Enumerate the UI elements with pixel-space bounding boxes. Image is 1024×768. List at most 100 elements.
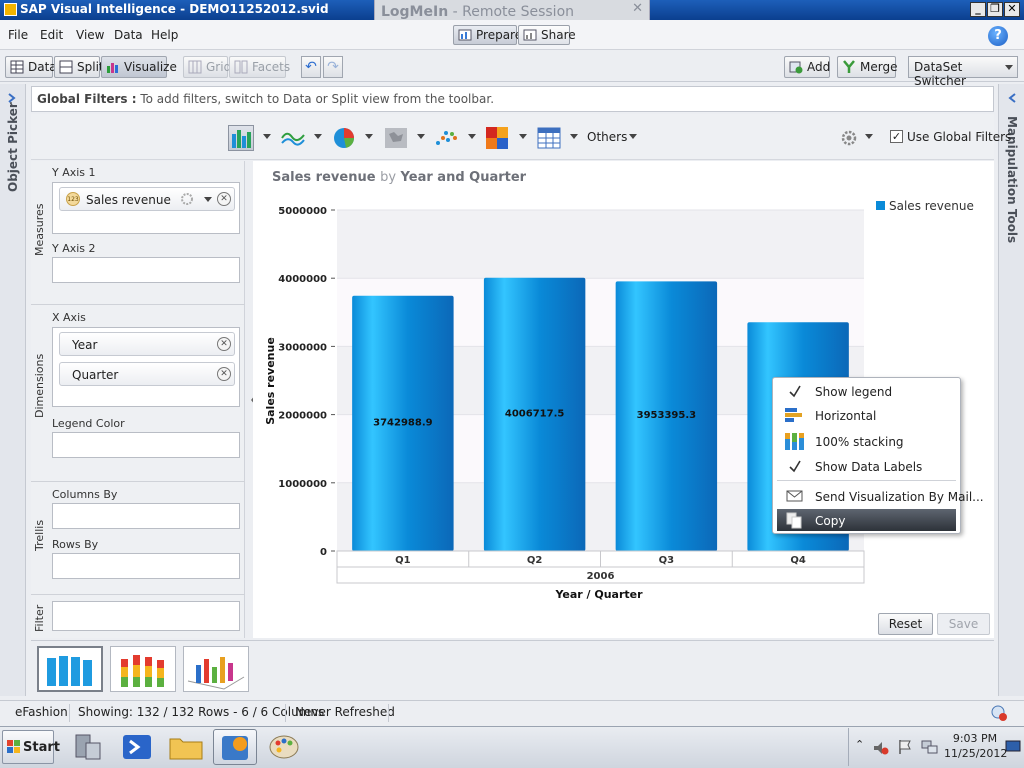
tray-expand-icon[interactable]: ⌃ [855, 738, 864, 751]
pie-chart-type-icon[interactable] [331, 125, 357, 151]
taskbar-clock[interactable]: 9:03 PM 11/25/2012 [944, 731, 1007, 761]
menu-item-show-data-labels[interactable]: Show Data Labels [773, 455, 960, 477]
menu-item-show-legend[interactable]: Show legend [773, 380, 960, 402]
facets-label: Facets [252, 60, 291, 74]
chevron-down-icon [1005, 65, 1013, 70]
bar-chart-dropdown-icon[interactable] [263, 134, 271, 139]
measure-settings-gear-icon[interactable] [180, 192, 194, 206]
menu-help[interactable]: Help [151, 28, 178, 42]
start-button[interactable]: Start [2, 730, 60, 764]
grid-button[interactable]: Grid [183, 56, 231, 78]
menu-item-copy-label: Copy [815, 514, 846, 528]
sales-revenue-measure-pill[interactable]: 123 Sales revenue ✕ [59, 187, 235, 211]
reset-button[interactable]: Reset [878, 613, 933, 635]
dataset-name: eFashion [15, 705, 68, 719]
menu-data[interactable]: Data [114, 28, 143, 42]
taskbar-paint[interactable] [262, 729, 306, 765]
others-dropdown-icon[interactable] [629, 134, 637, 139]
table-chart-type-icon[interactable] [536, 125, 562, 151]
logmein-separator: - [448, 4, 463, 20]
heatmap-chart-dropdown-icon[interactable] [519, 134, 527, 139]
thumbnail-stacked-chart[interactable] [110, 646, 176, 692]
object-picker-tab[interactable]: Object Picker [0, 84, 26, 696]
menu-item-copy[interactable]: Copy [777, 509, 956, 531]
close-button[interactable]: ✕ [1004, 2, 1020, 17]
visualization-thumbnails [31, 640, 994, 696]
settings-gear-icon[interactable] [841, 130, 857, 146]
add-button[interactable]: Add [784, 56, 830, 78]
columns-by-dropzone[interactable] [52, 503, 240, 529]
visualize-view-button[interactable]: Visualize [101, 56, 177, 78]
remove-measure-icon[interactable]: ✕ [217, 192, 231, 206]
visualize-view-label: Visualize [124, 60, 177, 74]
heatmap-chart-type-icon[interactable] [484, 125, 510, 151]
legend-color-dropzone[interactable] [52, 432, 240, 458]
logmein-close-icon[interactable]: ✕ [632, 1, 643, 16]
map-chart-type-icon[interactable] [383, 125, 409, 151]
action-center-flag-icon[interactable] [897, 739, 913, 755]
volume-muted-icon[interactable] [873, 740, 889, 756]
object-picker-label: Object Picker [6, 102, 20, 192]
y-axis-1-dropzone[interactable]: 123 Sales revenue ✕ [52, 182, 240, 234]
year-dimension-pill[interactable]: Year ✕ [59, 332, 235, 356]
others-chart-types[interactable]: Others [587, 130, 627, 144]
thumbnail-3d-chart[interactable] [183, 646, 249, 692]
undo-icon[interactable]: ↶ [301, 56, 321, 78]
quarter-dimension-pill[interactable]: Quarter ✕ [59, 362, 235, 386]
pie-chart-dropdown-icon[interactable] [365, 134, 373, 139]
windows-logo-icon [7, 740, 20, 753]
rows-by-dropzone[interactable] [52, 553, 240, 579]
minimize-button[interactable]: _ [970, 2, 986, 17]
remove-year-icon[interactable]: ✕ [217, 337, 231, 351]
scatter-chart-dropdown-icon[interactable] [468, 134, 476, 139]
filter-section: Filter [31, 596, 245, 638]
split-view-button[interactable]: Split [54, 56, 104, 78]
measure-dropdown-icon[interactable] [204, 197, 212, 202]
facets-button[interactable]: Facets [229, 56, 290, 78]
y-axis-2-dropzone[interactable] [52, 257, 240, 283]
menu-edit[interactable]: Edit [40, 28, 63, 42]
save-button[interactable]: Save [937, 613, 990, 635]
menu-item-100-stacking[interactable]: 100% stacking [773, 430, 960, 452]
use-global-filters-checkbox[interactable]: ✓ [890, 130, 903, 143]
bar-chart-type-icon[interactable] [228, 125, 254, 151]
taskbar-powershell[interactable] [115, 729, 159, 765]
filter-dropzone[interactable] [52, 601, 240, 631]
maximize-button[interactable]: ❐ [987, 2, 1003, 17]
scatter-chart-type-icon[interactable] [433, 125, 459, 151]
share-mode-button[interactable]: Share [518, 25, 576, 45]
menu-bar: File Edit View Data Help Prepare Share [0, 20, 1024, 50]
facets-icon [234, 60, 248, 74]
menu-item-show-legend-label: Show legend [815, 385, 893, 399]
help-icon[interactable]: ? [988, 26, 1008, 46]
manipulation-tools-tab[interactable]: Manipulation Tools [998, 84, 1024, 696]
menu-view[interactable]: View [76, 28, 104, 42]
status-separator [69, 704, 70, 722]
menu-file[interactable]: File [8, 28, 28, 42]
line-chart-dropdown-icon[interactable] [314, 134, 322, 139]
connection-status-icon[interactable] [990, 704, 1008, 722]
table-chart-dropdown-icon[interactable] [570, 134, 578, 139]
redo-icon[interactable]: ↷ [323, 56, 343, 78]
remove-quarter-icon[interactable]: ✕ [217, 367, 231, 381]
settings-dropdown-icon[interactable] [865, 134, 873, 139]
split-icon [59, 60, 73, 74]
x-axis-dropzone[interactable]: Year ✕ Quarter ✕ [52, 327, 240, 407]
grid-icon [188, 60, 202, 74]
show-desktop-icon[interactable] [1005, 740, 1021, 754]
data-label: 4006717.5 [505, 408, 565, 419]
taskbar-explorer[interactable] [164, 729, 208, 765]
menu-item-horizontal[interactable]: Horizontal [773, 404, 960, 426]
dataset-switcher-dropdown[interactable]: DataSet Switcher [908, 56, 1018, 88]
data-view-button[interactable]: Data [5, 56, 57, 78]
thumbnail-bar-chart[interactable] [37, 646, 103, 692]
menu-item-send-by-mail[interactable]: Send Visualization By Mail... [773, 485, 984, 507]
prepare-mode-button[interactable]: Prepare [453, 25, 522, 45]
map-chart-dropdown-icon[interactable] [417, 134, 425, 139]
line-chart-type-icon[interactable] [280, 125, 306, 151]
measures-section: Measures Y Axis 1 123 Sales revenue ✕ Y … [31, 161, 245, 305]
merge-button[interactable]: Merge [837, 56, 897, 78]
network-icon[interactable] [921, 739, 939, 755]
taskbar-server-manager[interactable] [66, 729, 110, 765]
taskbar-sap-visual-intelligence[interactable] [213, 729, 257, 765]
